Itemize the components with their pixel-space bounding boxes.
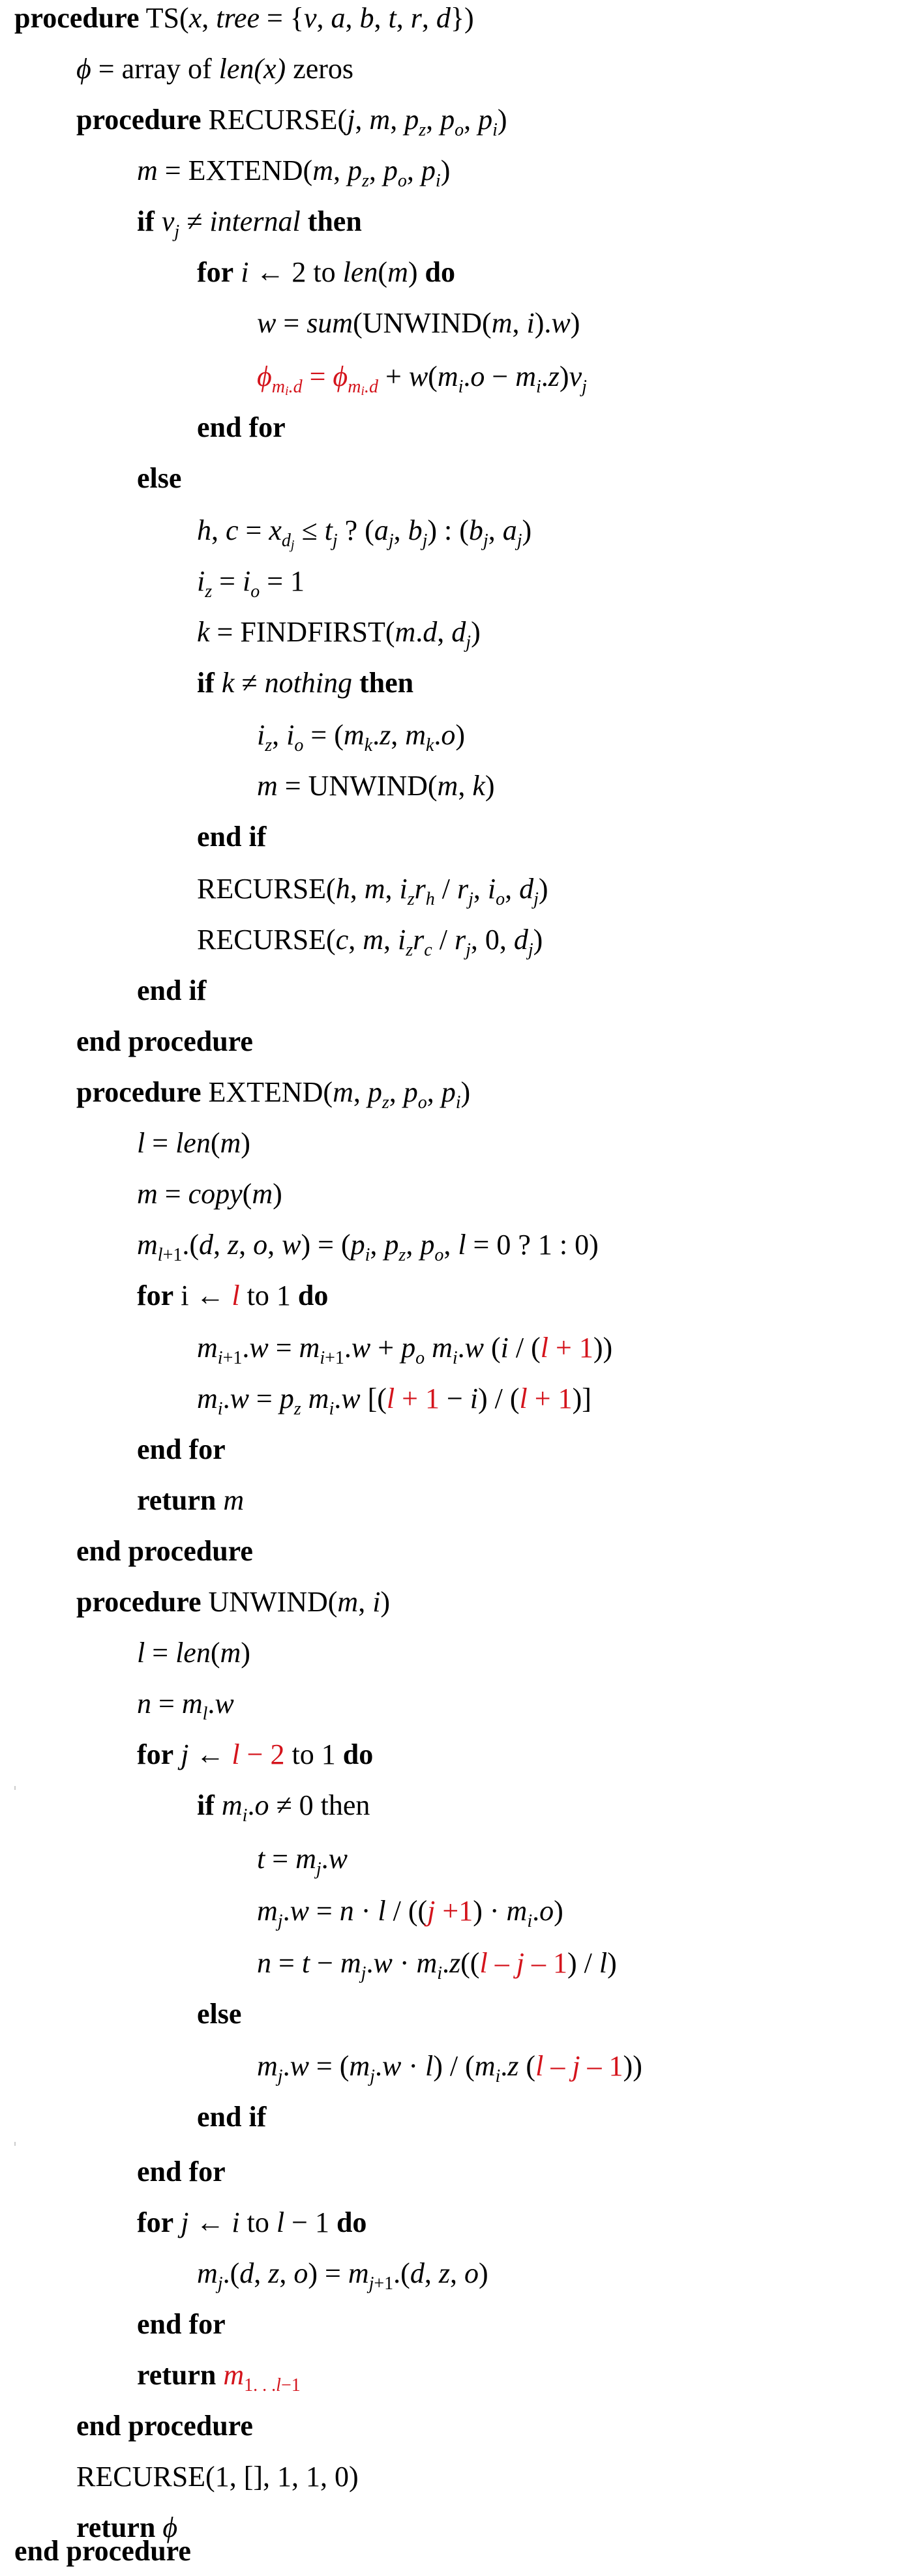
margin-mark bbox=[14, 1786, 16, 1790]
for-j-shift-line: for j ← i to l − 1 do bbox=[137, 2206, 367, 2238]
for-j-line: for j ← l − 2 to 1 do bbox=[137, 1738, 374, 1770]
n-update-line: n = t − mj.w · mi.z((l – j – 1) / l) bbox=[257, 1947, 617, 1983]
end-for-3: end for bbox=[137, 2156, 226, 2188]
iz-io-assign-line: iz, io = (mk.z, mk.o) bbox=[257, 719, 466, 755]
for-i-line: for i ← 2 to len(m) do bbox=[197, 256, 455, 288]
end-if-3: end if bbox=[197, 2101, 267, 2133]
phi-init-line: ϕ = array of len(x) zeros bbox=[76, 53, 354, 85]
recurse-h-line: RECURSE(h, m, izrh / rj, io, dj) bbox=[197, 873, 548, 909]
margin-mark bbox=[14, 2142, 16, 2146]
recurse-c-line: RECURSE(c, m, izrc / rj, 0, dj) bbox=[197, 924, 543, 960]
if-nothing-line: if k ≠ nothing then bbox=[197, 667, 414, 699]
mj-w-assign-line: mj.w = n · l / ((j +1) · mi.o) bbox=[257, 1895, 563, 1931]
end-if-1: end if bbox=[197, 821, 267, 853]
end-procedure-recurse: end procedure bbox=[76, 1025, 253, 1057]
ts-procedure-header: procedure TS(x, tree = {v, a, b, t, r, d… bbox=[14, 2, 474, 34]
end-for-4: end for bbox=[137, 2308, 226, 2340]
if-mio-line: if mi.o ≠ 0 then bbox=[197, 1789, 370, 1826]
iz-io-line: iz = io = 1 bbox=[197, 565, 305, 602]
unwind-procedure-header: procedure UNWIND(m, i) bbox=[76, 1586, 391, 1618]
mj-shift-line: mj.(d, z, o) = mj+1.(d, z, o) bbox=[197, 2257, 488, 2294]
extend-procedure-header: procedure EXTEND(m, pz, po, pi) bbox=[76, 1076, 471, 1113]
end-procedure-ts: end procedure bbox=[14, 2535, 191, 2567]
end-for-2: end for bbox=[137, 1433, 226, 1465]
end-procedure-extend: end procedure bbox=[76, 1535, 253, 1567]
n-assign-line: n = ml.w bbox=[137, 1688, 234, 1724]
extend-call-line: m = EXTEND(m, pz, po, pi) bbox=[137, 154, 451, 191]
final-recurse-call: RECURSE(1, [], 1, 1, 0) bbox=[76, 2461, 359, 2493]
else-2: else bbox=[197, 1998, 242, 2030]
mi1-w-update-line: mi+1.w = mi+1.w + po mi.w (i / (l + 1)) bbox=[197, 1332, 613, 1368]
findfirst-line: k = FINDFIRST(m.d, dj) bbox=[197, 616, 481, 652]
t-assign-line: t = mj.w bbox=[257, 1843, 348, 1879]
end-procedure-unwind: end procedure bbox=[76, 2410, 253, 2442]
else-1: else bbox=[137, 462, 182, 494]
m-append-line: ml+1.(d, z, o, w) = (pi, pz, po, l = 0 ?… bbox=[137, 1229, 599, 1265]
w-sum-line: w = sum(UNWIND(m, i).w) bbox=[257, 307, 580, 339]
phi-update-line: ϕmi.d = ϕmi.d + w(mi.o − mi.z)vj bbox=[257, 360, 587, 398]
return-slice-line: return m1. . .l−1 bbox=[137, 2359, 301, 2395]
l-len-line-1: l = len(m) bbox=[137, 1127, 250, 1159]
l-len-line-2: l = len(m) bbox=[137, 1637, 250, 1669]
for-i-l-line: for i ← l to 1 do bbox=[137, 1280, 329, 1311]
if-internal-line: if vj ≠ internal then bbox=[137, 205, 362, 242]
m-copy-line: m = copy(m) bbox=[137, 1178, 282, 1210]
unwind-call-line: m = UNWIND(m, k) bbox=[257, 770, 495, 802]
algorithm-listing: procedure TS(x, tree = {v, a, b, t, r, d… bbox=[0, 0, 913, 2576]
end-if-2: end if bbox=[137, 974, 207, 1006]
mi-w-update-line: mi.w = pz mi.w [(l + 1 − i) / (l + 1)] bbox=[197, 1383, 591, 1419]
recurse-procedure-header: procedure RECURSE(j, m, pz, po, pi) bbox=[76, 104, 507, 140]
return-m-line: return m bbox=[137, 1484, 245, 1516]
hc-assign-line: h, c = xdj ≤ tj ? (aj, bj) : (bj, aj) bbox=[197, 514, 532, 552]
mj-w-else-line: mj.w = (mj.w · l) / (mi.z (l – j – 1)) bbox=[257, 2050, 642, 2086]
end-for-1: end for bbox=[197, 411, 286, 443]
